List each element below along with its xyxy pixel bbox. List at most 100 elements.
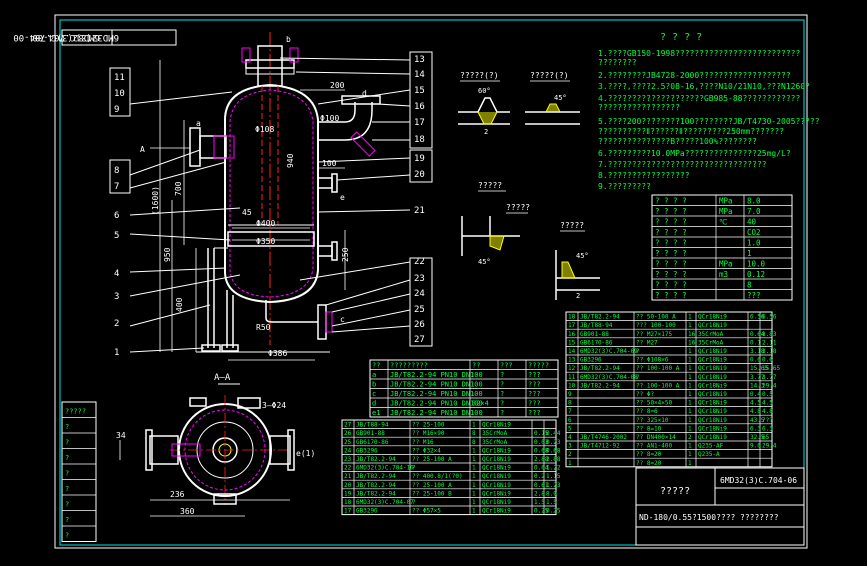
bom-top-cell: 12	[568, 365, 576, 372]
bom-top-cell: ?? 100-100 A	[636, 382, 680, 389]
section-a-a-view: A—A 3—Φ24 e(1) 236 360 34	[116, 373, 315, 517]
callout-24: 24	[414, 289, 425, 299]
bom-top-cell: 18	[568, 314, 576, 321]
bom-top-cell: 15.65	[762, 365, 780, 372]
design-table-cell: 8	[747, 281, 752, 290]
bom-top-cell: JB/T82.2-94	[580, 365, 620, 372]
dimension-labels: b d a c e 200 100 Φ100 Φ108 Φ400 Φ350 Φ3…	[140, 35, 367, 358]
bom-bottom-cell: 21	[344, 473, 352, 480]
bom-top-cell: JB/T88-94	[580, 322, 613, 329]
bom-bottom-cell: 0.68	[546, 447, 561, 454]
separator-vessel	[189, 32, 381, 353]
weld-detail-3: ????? ????? 45°	[461, 181, 530, 266]
nozzle-table-cell: ?	[500, 409, 504, 417]
design-table-cell: ? ? ? ?	[655, 207, 687, 216]
left-rev-cell: ?	[65, 516, 69, 524]
dim-e: e	[340, 193, 345, 202]
dim-phi400: Φ400	[256, 219, 275, 228]
bom-top-cell: 6MD32(3)C.704-08	[580, 374, 638, 381]
nozzle-table-cell: ?????	[528, 362, 549, 370]
note-line-9: ???????????????B?????100%????????	[598, 137, 757, 146]
note-line-5: 4.????????????????????GB985-88??????????…	[598, 94, 800, 103]
drawing-code-box: 6MD32(3)C.704-00 6MD32(3)C.704-00	[13, 29, 177, 46]
angle-45-a: 45°	[554, 94, 567, 102]
bom-top-cell: QCr18Ni9	[698, 408, 727, 415]
dim-a: a	[196, 119, 201, 128]
bom-top-cell: 6.56	[762, 314, 777, 321]
callout-25: 25	[414, 305, 425, 315]
left-rev-cell: ?	[65, 454, 69, 462]
dim-top-b: b	[286, 35, 291, 44]
bom-top-cell: QCr18Ni9	[698, 400, 727, 407]
note-line-12: 8.?????????????????	[598, 171, 690, 180]
cad-drawing-canvas: 6MD32(3)C.704-00 6MD32(3)C.704-00 b d a …	[0, 0, 867, 562]
bom-bottom-cell: 6MD32(3)C.704-07	[356, 499, 414, 506]
bom-bottom-cell: 8	[472, 439, 476, 446]
nozzle-table-cell: ???	[500, 362, 513, 370]
bom-top-cell: 4.8	[750, 408, 761, 415]
bom-bottom-cell: 1	[472, 447, 476, 454]
bom-top-cell: ?? Φ108×6	[636, 357, 669, 364]
bom-bottom-cell: 1.15	[546, 473, 561, 480]
right-nozzle-upper	[317, 177, 333, 189]
bom-top-cell: ?? 50×4×50	[636, 400, 673, 407]
bom-table-lower: 27 JB/T88-94 ?? 25-100 1 QCr18Ni9 26 GB901-88?…	[341, 419, 561, 516]
design-table-cell: ? ? ? ?	[655, 270, 687, 279]
bom-top-cell: ???	[762, 417, 773, 424]
nozzle-table-cell: ???	[528, 409, 541, 417]
bom-top-cell: 1	[688, 365, 692, 372]
bom-top-cell: 15	[568, 339, 576, 346]
design-table-cell: ? ? ? ?	[655, 249, 687, 258]
nozzle-table-cell: ?	[500, 390, 504, 398]
bom-top-cell: 1	[688, 400, 692, 407]
dim-45: 45	[242, 208, 252, 217]
callout-7: 7	[114, 182, 119, 192]
bom-bottom-cell: 24	[344, 447, 352, 454]
dim-200: 200	[330, 81, 345, 90]
bom-bottom-cell: ?? Φ32×4	[412, 447, 441, 454]
callout-13: 13	[414, 55, 425, 65]
design-table-cell: CO2	[747, 228, 761, 237]
bom-top-cell: 10	[568, 382, 576, 389]
nozzle-table-cell: ?	[500, 381, 504, 389]
bom-top-cell: 6.3	[762, 425, 773, 432]
callout-19: 19	[414, 154, 425, 164]
section-360: 360	[180, 507, 195, 516]
bom-top-cell: 2	[568, 451, 572, 458]
design-table-cell: MPa	[719, 207, 733, 216]
callout-17: 17	[414, 118, 425, 128]
callout-20: 20	[414, 170, 425, 180]
dim-d: d	[362, 89, 367, 98]
bom-bottom-cell: QCr18Ni9	[482, 508, 511, 515]
bom-top-cell: Q235-A	[698, 451, 720, 458]
bom-top-cell: 65	[762, 434, 770, 441]
design-table-cell: MPa	[719, 197, 733, 206]
bom-top-cell: 7	[568, 408, 572, 415]
bom-bottom-cell: JB/T82.2-94	[356, 490, 396, 497]
bom-top-cell: 8.83	[762, 331, 777, 338]
bom-top-cell: 2	[688, 434, 692, 441]
detail-label-2: ?????(?)	[530, 71, 569, 80]
callout-1: 1	[114, 348, 119, 358]
bom-bottom-cell: 1.23	[546, 482, 561, 489]
bom-top-cell: QCr18Ni9	[698, 382, 727, 389]
bottom-drain-pipe	[265, 300, 318, 323]
note-line-11: 7.?????????????????????????????????	[598, 160, 767, 169]
callout-15: 15	[414, 86, 425, 96]
bom-bottom-cell: 19	[344, 490, 352, 497]
bom-top-cell: QCr18Ni9	[698, 357, 727, 364]
nozzle-table-cell: ?	[500, 371, 504, 379]
bom-bottom-cell: QCr18Ni9	[482, 473, 511, 480]
bom-top-cell: 29.4	[762, 443, 777, 450]
bom-top-cell: ?? 325×10	[636, 417, 669, 424]
bom-bottom-cell: 8.0	[546, 490, 557, 497]
left-callout-boxes	[109, 67, 131, 194]
right-nozzle-lower	[317, 245, 333, 257]
bom-bottom-cell: GB3296	[356, 447, 378, 454]
bom-bottom-cell: QCr18Ni9	[482, 482, 511, 489]
bom-bottom-cell: 0.23	[546, 439, 561, 446]
note-line-7: 5.????200????????100????????JB/T4730-200…	[598, 117, 820, 126]
section-mark-a: A	[140, 145, 145, 154]
bom-bottom-cell: JB/T82.2-94	[356, 456, 396, 463]
bom-bottom-cell: JB/T88-94	[356, 422, 389, 429]
